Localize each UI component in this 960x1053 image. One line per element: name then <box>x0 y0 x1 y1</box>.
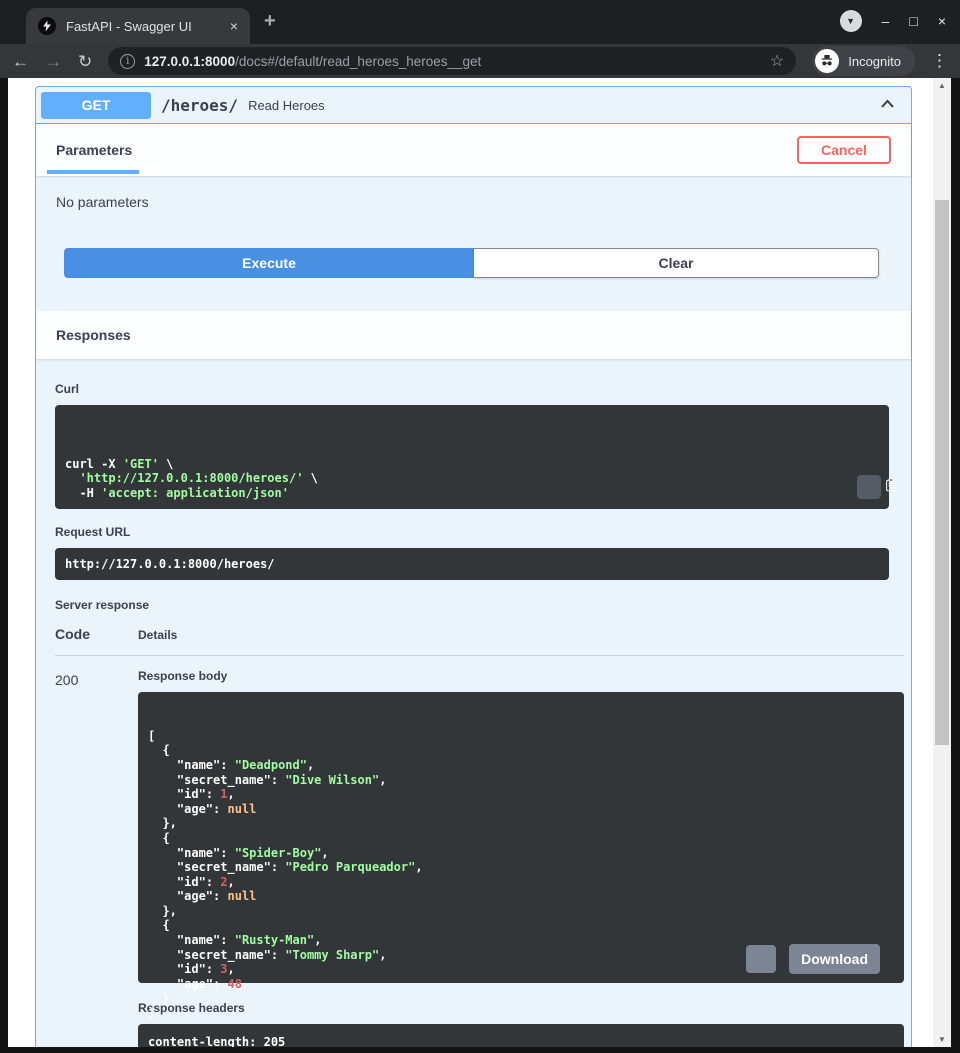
url-host: 127.0.0.1:8000 <box>144 54 235 69</box>
response-headers-block: content-length: 205content-type: applica… <box>138 1024 904 1047</box>
response-body-actions: Download <box>746 944 880 974</box>
curl-copy-button[interactable] <box>857 475 881 499</box>
incognito-badge: Incognito <box>812 46 915 76</box>
minimize-icon[interactable]: – <box>882 14 890 28</box>
tab-title: FastAPI - Swagger UI <box>66 19 220 34</box>
maximize-icon[interactable]: □ <box>909 14 917 28</box>
response-copy-button[interactable] <box>746 945 776 973</box>
clipboard-icon <box>840 463 898 510</box>
scroll-down-icon[interactable]: ▼ <box>933 1035 951 1044</box>
address-bar[interactable]: i 127.0.0.1:8000/docs#/default/read_hero… <box>108 47 796 75</box>
site-info-icon[interactable]: i <box>120 54 135 69</box>
execute-button-group: Execute Clear <box>64 248 879 278</box>
responses-title: Responses <box>56 327 131 343</box>
parameters-tab-underline <box>47 170 139 174</box>
back-icon[interactable]: ← <box>12 53 29 70</box>
endpoint-path: /heroes/ <box>161 96 238 115</box>
tab-strip: FastAPI - Swagger UI × + ▼ – □ × <box>0 0 960 44</box>
fastapi-favicon-icon <box>38 17 56 35</box>
scrollbar[interactable]: ▲ ▼ <box>933 78 951 1047</box>
response-table-header: Code Details <box>55 626 904 656</box>
opblock-get-heroes: GET /heroes/ Read Heroes Parameters Canc… <box>35 86 912 1047</box>
forward-icon[interactable]: → <box>45 53 62 70</box>
response-details: Response body [ { "name": "Deadpond", "s… <box>138 669 911 1047</box>
url-path: /docs#/default/read_heroes_heroes__get <box>235 54 481 69</box>
scrollbar-thumb[interactable] <box>935 200 949 745</box>
code-column-header: Code <box>55 626 138 642</box>
incognito-label: Incognito <box>848 54 901 69</box>
incognito-icon <box>815 49 839 73</box>
status-code: 200 <box>55 669 138 1047</box>
endpoint-summary: Read Heroes <box>248 98 879 113</box>
tab-search-icon[interactable]: ▼ <box>840 10 862 32</box>
chevron-up-icon <box>879 96 896 114</box>
curl-label: Curl <box>55 382 911 396</box>
method-badge: GET <box>41 92 151 119</box>
window-controls: ▼ – □ × <box>840 10 946 32</box>
browser-toolbar: ← → ↻ i 127.0.0.1:8000/docs#/default/rea… <box>0 44 960 78</box>
curl-command-block: curl -X 'GET' \ 'http://127.0.0.1:8000/h… <box>55 405 889 509</box>
scroll-up-icon[interactable]: ▲ <box>933 81 951 90</box>
response-row-200: 200 Response body [ { "name": "Deadpond"… <box>55 669 911 1047</box>
request-url-label: Request URL <box>55 525 911 539</box>
tab-close-icon[interactable]: × <box>230 19 238 33</box>
responses-body: Curl curl -X 'GET' \ 'http://127.0.0.1:8… <box>36 359 911 1047</box>
tab-parameters[interactable]: Parameters <box>56 142 132 158</box>
bookmark-star-icon[interactable]: ☆ <box>770 51 784 71</box>
responses-header: Responses <box>36 311 911 359</box>
close-window-icon[interactable]: × <box>938 14 946 28</box>
response-body-label: Response body <box>138 669 911 683</box>
download-button[interactable]: Download <box>789 944 880 974</box>
execute-button[interactable]: Execute <box>64 248 474 278</box>
new-tab-icon[interactable]: + <box>264 10 276 33</box>
details-column-header: Details <box>138 628 177 642</box>
cancel-button[interactable]: Cancel <box>797 136 891 164</box>
parameters-header: Parameters Cancel <box>36 124 911 176</box>
swagger-page: GET /heroes/ Read Heroes Parameters Canc… <box>8 78 951 1047</box>
opblock-header[interactable]: GET /heroes/ Read Heroes <box>36 87 911 124</box>
url-text[interactable]: 127.0.0.1:8000/docs#/default/read_heroes… <box>144 54 761 69</box>
response-body-block: [ { "name": "Deadpond", "secret_name": "… <box>138 692 904 983</box>
clear-button[interactable]: Clear <box>474 248 879 278</box>
browser-tab[interactable]: FastAPI - Swagger UI × <box>26 8 250 44</box>
request-url-block: http://127.0.0.1:8000/heroes/ <box>55 548 889 580</box>
collapse-button[interactable] <box>879 96 896 114</box>
no-parameters-text: No parameters <box>36 176 911 210</box>
server-response-label: Server response <box>55 598 911 612</box>
reload-icon[interactable]: ↻ <box>78 53 92 70</box>
kebab-menu-icon[interactable]: ⋮ <box>931 51 948 71</box>
